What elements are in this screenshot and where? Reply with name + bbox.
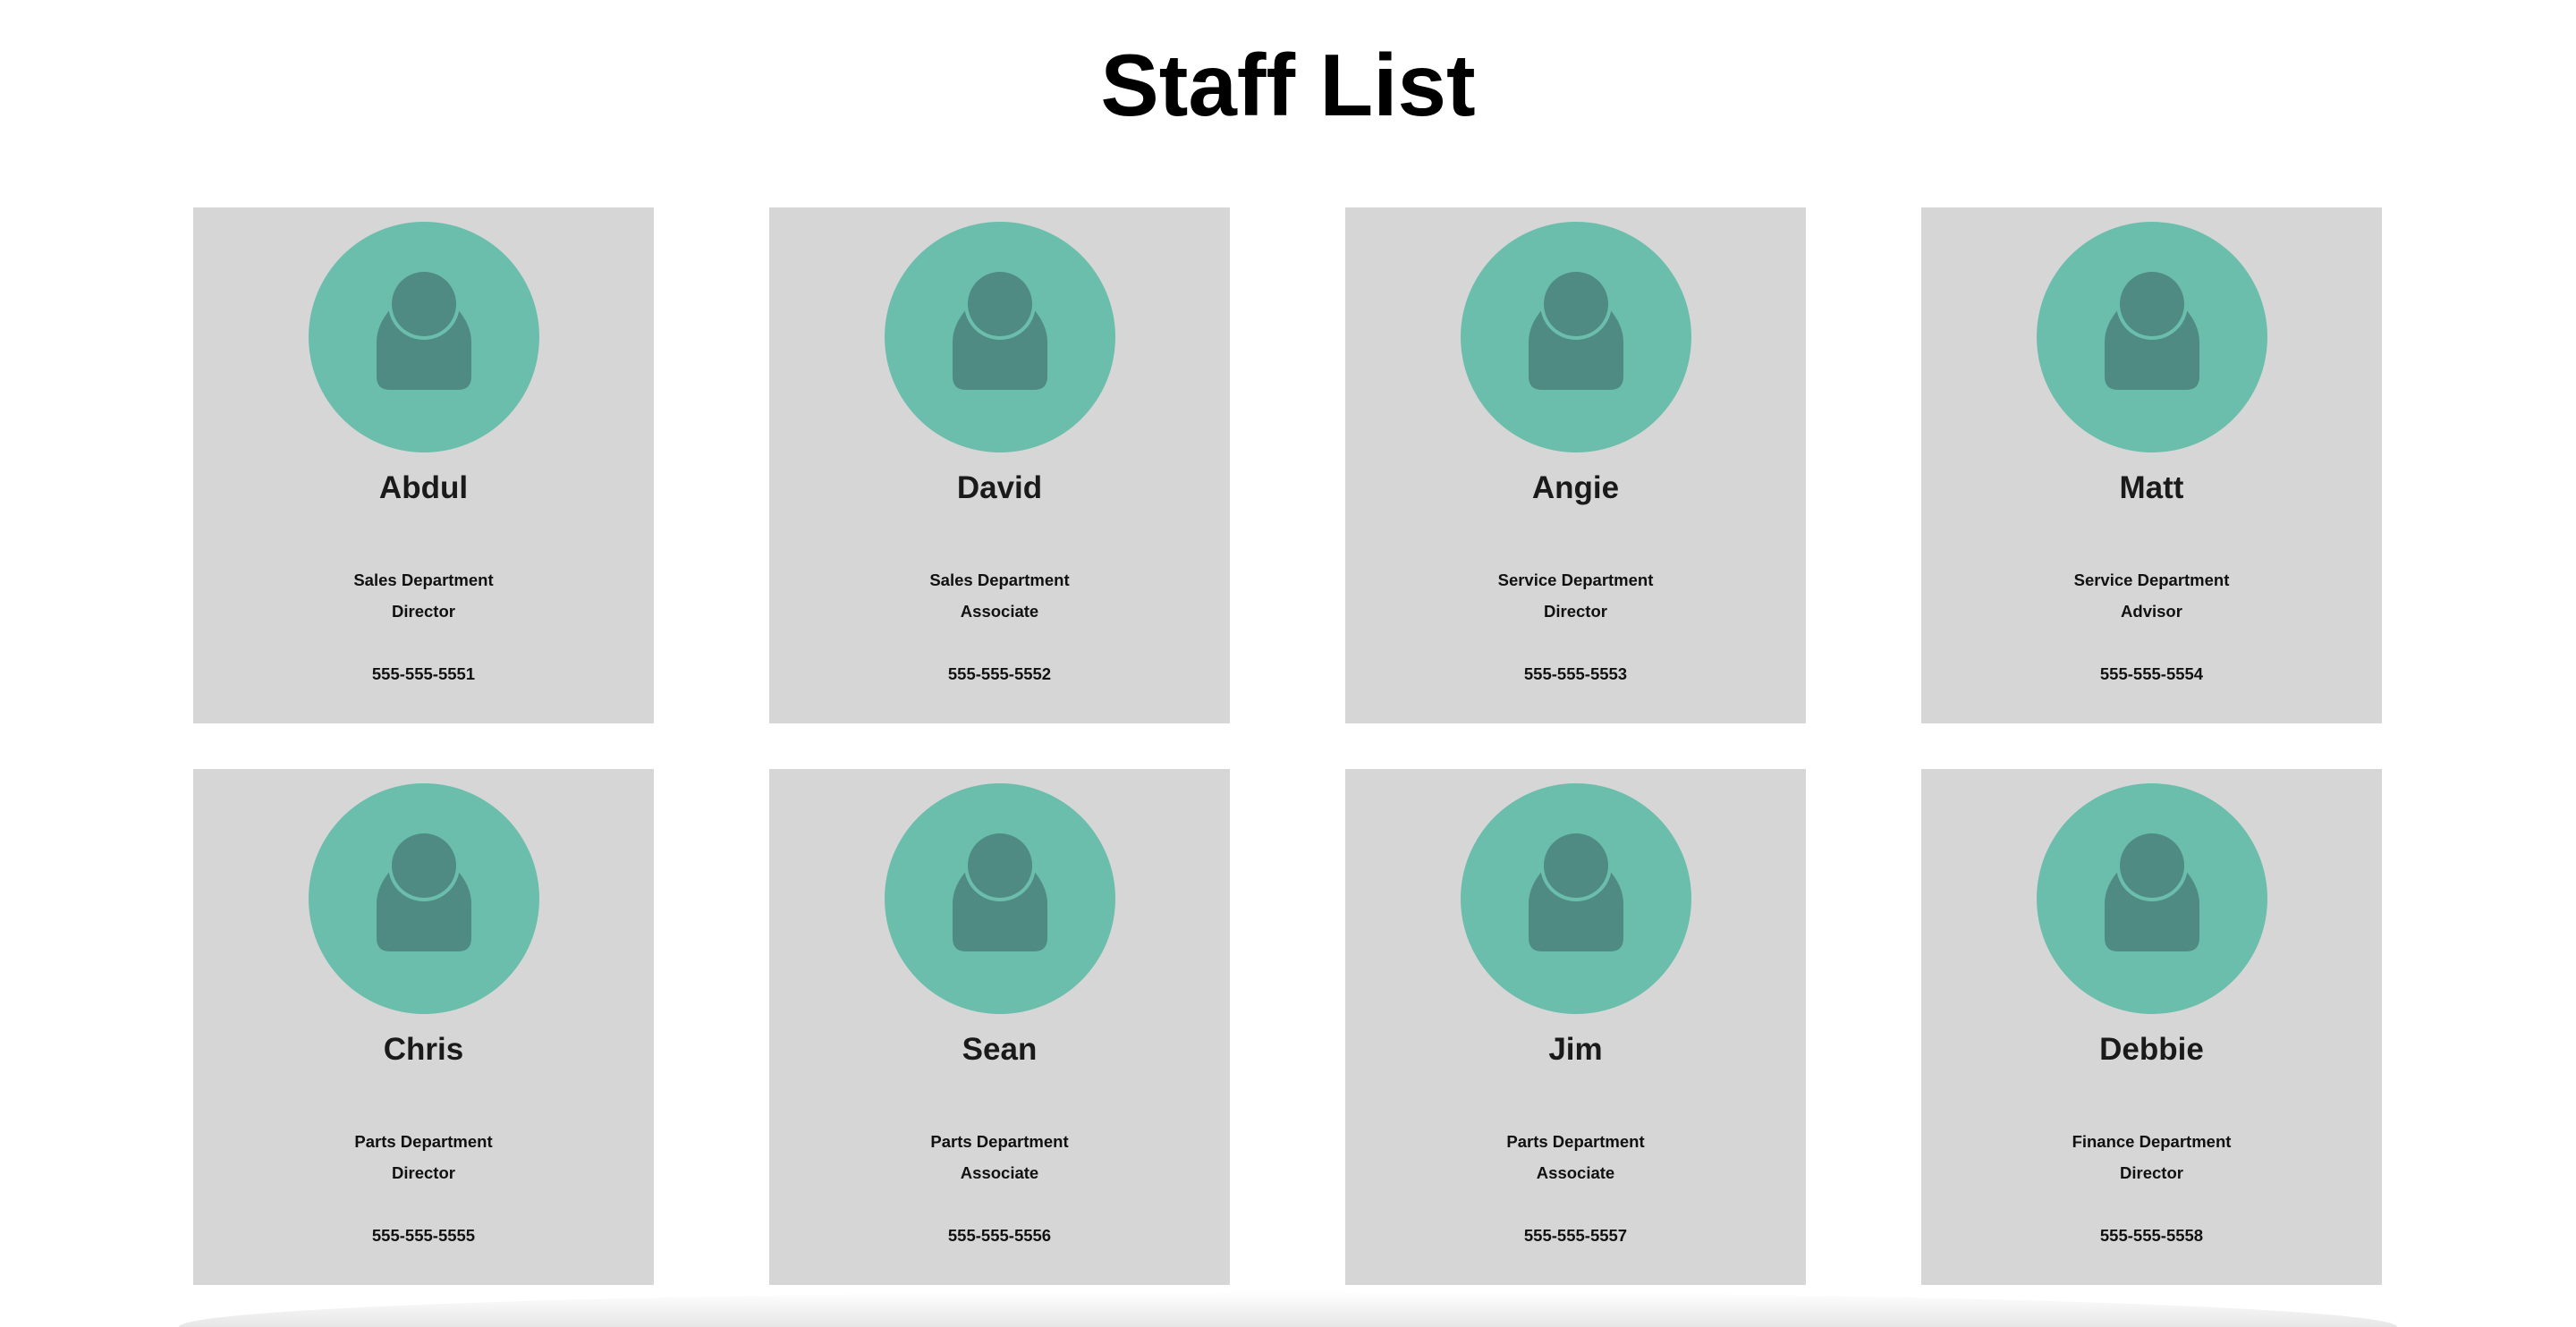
staff-card-matt: Matt Service Department Advisor 555-555-… [1921,207,2382,723]
scroll-shadow [179,1291,2397,1327]
staff-role: Director [1544,602,1607,621]
staff-role: Director [392,1163,455,1182]
staff-name: Angie [1531,470,1620,505]
person-icon [309,783,539,1014]
staff-name: David [956,470,1043,505]
person-icon [1461,783,1691,1014]
staff-phone: 555-555-5557 [1523,1226,1628,1245]
staff-department: Parts Department [930,1132,1069,1151]
page-title: Staff List [1100,36,1476,134]
person-icon [885,222,1115,452]
person-icon [2037,783,2267,1014]
staff-role: Director [392,602,455,621]
staff-phone: 555-555-5552 [947,664,1052,683]
staff-name: Jim [1548,1032,1603,1067]
staff-phone: 555-555-5558 [2099,1226,2204,1245]
staff-phone: 555-555-5554 [2099,664,2204,683]
staff-role: Associate [960,602,1039,621]
staff-card-david: David Sales Department Associate 555-555… [769,207,1230,723]
staff-card-jim: Jim Parts Department Associate 555-555-5… [1345,769,1806,1285]
staff-phone: 555-555-5555 [371,1226,476,1245]
staff-name: Sean [962,1032,1038,1067]
staff-phone: 555-555-5556 [947,1226,1052,1245]
staff-card-angie: Angie Service Department Director 555-55… [1345,207,1806,723]
staff-name: Abdul [378,470,469,505]
staff-role: Director [2120,1163,2183,1182]
staff-phone: 555-555-5551 [371,664,476,683]
staff-role: Advisor [2121,602,2182,621]
person-icon [1461,222,1691,452]
staff-department: Service Department [2073,571,2230,589]
staff-department: Sales Department [353,571,494,589]
staff-name: Matt [2119,470,2184,505]
staff-department: Sales Department [929,571,1070,589]
staff-department: Finance Department [2072,1132,2232,1151]
staff-department: Parts Department [354,1132,493,1151]
staff-name: Debbie [2099,1032,2204,1067]
staff-card-abdul: Abdul Sales Department Director 555-555-… [193,207,654,723]
person-icon [885,783,1115,1014]
staff-role: Associate [960,1163,1039,1182]
staff-card-sean: Sean Parts Department Associate 555-555-… [769,769,1230,1285]
staff-phone: 555-555-5553 [1523,664,1628,683]
person-icon [309,222,539,452]
staff-name: Chris [383,1032,464,1067]
staff-grid: Abdul Sales Department Director 555-555-… [193,207,2383,1285]
staff-department: Parts Department [1506,1132,1645,1151]
staff-card-chris: Chris Parts Department Director 555-555-… [193,769,654,1285]
staff-card-debbie: Debbie Finance Department Director 555-5… [1921,769,2382,1285]
person-icon [2037,222,2267,452]
staff-role: Associate [1536,1163,1615,1182]
staff-department: Service Department [1497,571,1654,589]
